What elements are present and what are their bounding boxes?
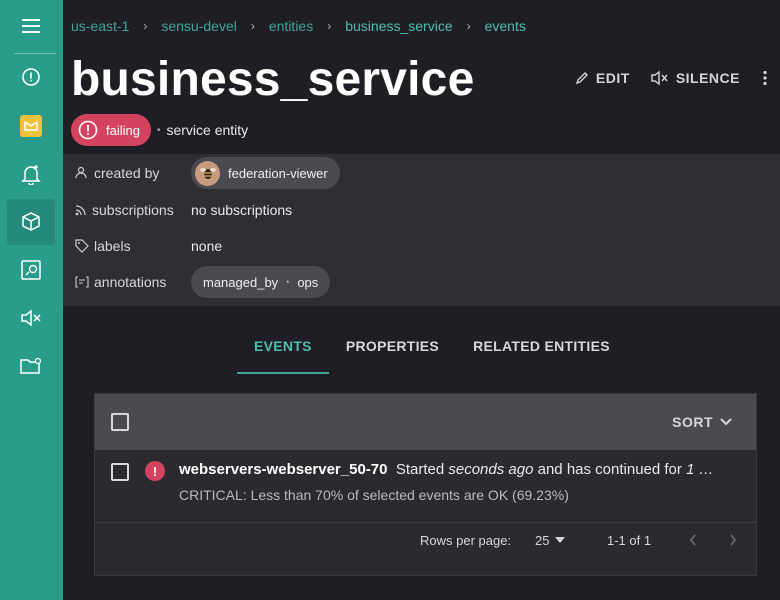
main-content: us-east-1 › sensu-devel › entities › bus… [63,0,780,600]
subscriptions-label: subscriptions [92,202,174,218]
events-list-header: SORT [95,394,756,450]
annotation-key: managed_by [203,274,279,290]
event-continued-value: 1 … [686,461,714,478]
annotations-label: annotations [94,274,167,290]
status-label: failing [106,122,140,138]
silence-icon[interactable] [7,295,55,341]
breadcrumb: us-east-1 › sensu-devel › entities › bus… [71,18,526,34]
select-all-checkbox[interactable] [111,413,129,431]
page-range: 1-1 of 1 [607,532,652,548]
sort-button[interactable]: SORT [672,414,733,430]
breadcrumb-item-entity[interactable]: business_service [345,18,452,34]
kebab-menu-icon [763,70,767,86]
subscriptions-row: subscriptions no subscriptions [75,195,765,225]
namespace-icon[interactable] [7,103,55,149]
events-list: SORT ! webservers-webserver_50-70 Starte… [94,393,757,576]
chevron-right-icon: › [250,19,255,33]
rows-per-page-label: Rows per page: [420,532,512,548]
tag-icon [75,239,89,253]
alert-circle-icon [78,120,98,140]
menu-icon[interactable] [7,3,55,49]
next-page-button[interactable] [728,533,738,547]
created-by-label: created by [94,165,160,181]
status-badge: failing [71,114,151,146]
sort-label: SORT [672,414,713,430]
labels-value: none [191,238,223,254]
chevron-left-icon [689,534,696,546]
separator-dot: • [156,124,161,136]
event-continued-text: and has continued for [537,461,682,478]
bee-avatar-icon [199,168,216,179]
chevron-right-icon: › [466,19,471,33]
entities-icon[interactable] [7,199,55,245]
checks-dashboard-icon[interactable] [7,247,55,293]
edit-label: EDIT [595,70,630,86]
event-name[interactable]: webservers-webserver_50-70 [179,461,387,478]
annotation-value: ops [297,274,319,290]
subscriptions-value: no subscriptions [191,202,293,218]
more-options-button[interactable] [762,70,768,86]
rss-icon [75,205,86,216]
chevron-down-icon [720,418,732,426]
pencil-icon [575,72,588,85]
avatar [195,160,220,186]
config-folder-icon[interactable] [7,343,55,389]
chevron-right-icon [730,534,737,546]
tab-properties[interactable]: PROPERTIES [329,328,456,374]
created-by-value: federation-viewer [228,165,328,181]
silence-button[interactable]: SILENCE [650,70,740,86]
tab-related-entities[interactable]: RELATED ENTITIES [456,328,627,374]
entity-status-line: failing • service entity [71,114,248,146]
rows-per-page-select[interactable]: 25 [535,532,566,548]
toolbar: EDIT SILENCE [554,70,768,86]
annotation-icon [75,276,89,288]
entity-details: created by federation-viewer subscriptio… [63,154,780,306]
list-item[interactable]: ! webservers-webserver_50-70 Started sec… [95,450,756,523]
annotations-row: annotations managed_by • ops [75,266,765,298]
breadcrumb-item-events[interactable]: events [485,18,526,34]
info-icon[interactable] [7,54,55,100]
breadcrumb-item-entities[interactable]: entities [269,18,313,34]
user-icon [75,166,87,179]
sidebar [0,0,63,600]
edit-button[interactable]: EDIT [574,70,630,86]
breadcrumb-item-namespace[interactable]: sensu-devel [161,18,237,34]
created-by-row: created by federation-viewer [75,157,765,189]
created-by-chip[interactable]: federation-viewer [191,157,340,189]
labels-row: labels none [75,231,765,261]
separator-dot: • [286,277,290,287]
rows-per-page-value: 25 [535,532,550,548]
breadcrumb-item-region[interactable]: us-east-1 [71,18,129,34]
chevron-right-icon: › [327,19,332,33]
chevron-right-icon: › [143,19,148,33]
silence-label: SILENCE [675,70,740,86]
critical-status-icon: ! [145,461,165,481]
event-started-prefix: Started [395,461,445,478]
tab-bar: EVENTS PROPERTIES RELATED ENTITIES [237,328,627,374]
page-title: business_service [71,53,475,106]
event-summary: webservers-webserver_50-70 Started secon… [179,461,751,478]
row-checkbox[interactable] [111,463,129,481]
labels-label: labels [94,238,131,254]
tab-events[interactable]: EVENTS [237,328,329,374]
annotation-chip[interactable]: managed_by • ops [191,266,331,298]
entity-class: service entity [166,122,249,138]
caret-down-icon [555,537,566,543]
event-output: CRITICAL: Less than 70% of selected even… [179,487,569,503]
silence-icon [651,70,668,86]
alert-bell-icon[interactable] [7,151,55,197]
prev-page-button[interactable] [688,533,698,547]
event-started-when: seconds ago [448,461,534,478]
